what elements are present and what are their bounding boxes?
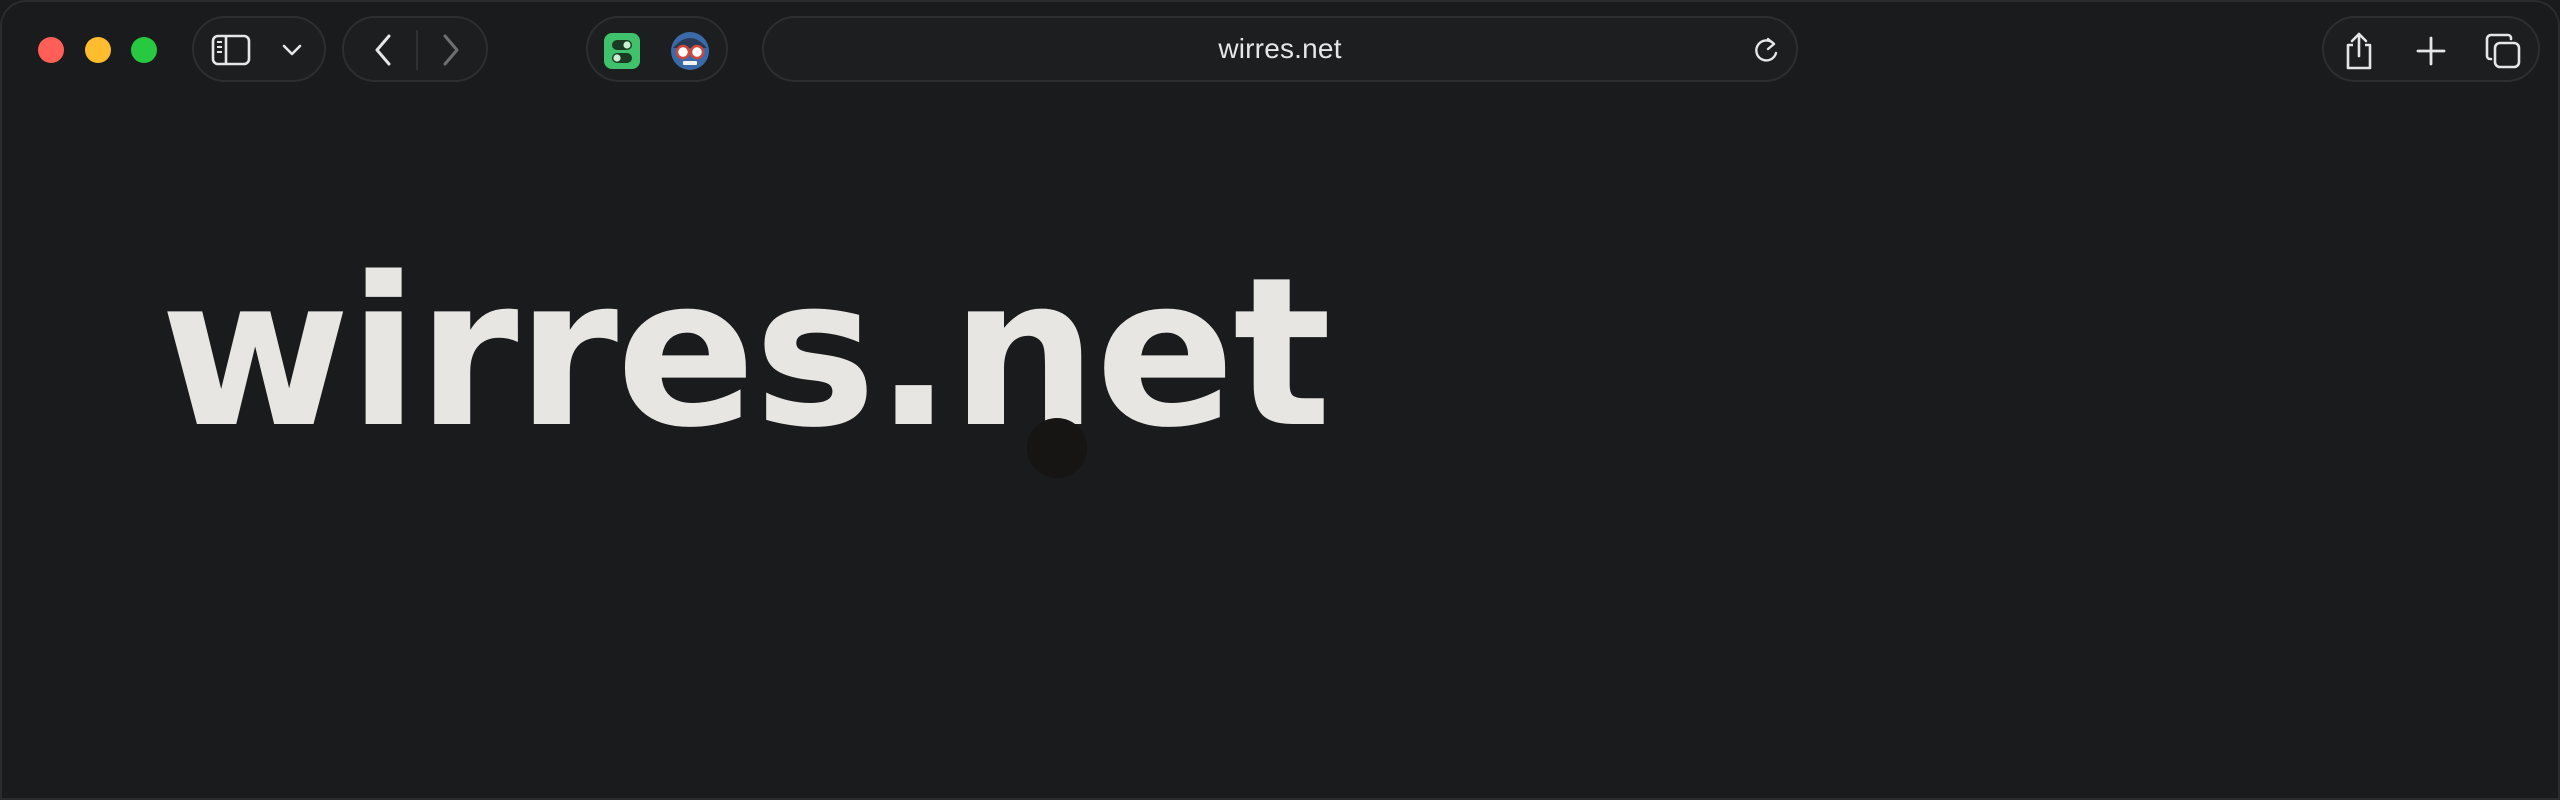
browser-toolbar: wirres.net (0, 0, 2560, 100)
tabs-overview-icon[interactable] (2480, 28, 2526, 74)
maximize-window-button[interactable] (131, 37, 157, 63)
chevron-right-icon[interactable] (426, 30, 476, 70)
sidebar-icon[interactable] (208, 30, 254, 70)
extensions-group (586, 16, 728, 82)
share-icon[interactable] (2336, 28, 2382, 74)
plus-icon[interactable] (2408, 28, 2454, 74)
url-text[interactable]: wirres.net (764, 18, 1796, 80)
close-window-button[interactable] (38, 37, 64, 63)
browser-window: wirres.net wirres.net (0, 0, 2560, 800)
spy-glasses-extension-icon[interactable] (668, 29, 712, 73)
window-actions-group (2322, 16, 2540, 82)
chevron-left-icon[interactable] (358, 30, 408, 70)
navigation-control-group (342, 16, 488, 82)
toggle-switch-extension-icon[interactable] (602, 31, 642, 71)
chevron-down-icon[interactable] (276, 34, 308, 66)
nav-divider (416, 30, 418, 70)
sidebar-control-group (192, 16, 326, 82)
minimize-window-button[interactable] (85, 37, 111, 63)
site-logo-text[interactable]: wirres.net (160, 250, 1332, 456)
mouse-cursor-dot (1027, 418, 1087, 478)
address-bar[interactable]: wirres.net (762, 16, 1798, 82)
reload-icon[interactable] (1746, 31, 1786, 71)
